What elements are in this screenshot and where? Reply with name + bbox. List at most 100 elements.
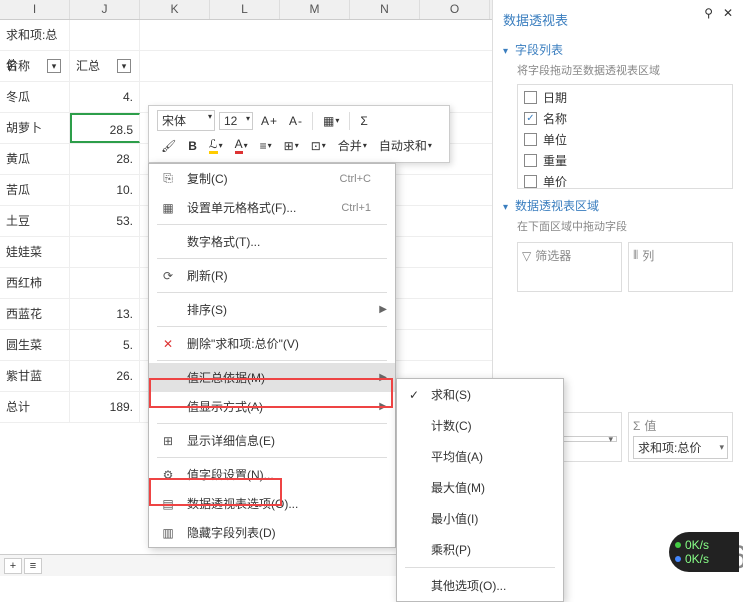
- cell-value[interactable]: 5.: [70, 330, 140, 360]
- align-button[interactable]: ≡▾: [256, 137, 276, 155]
- column-header[interactable]: O: [420, 0, 490, 19]
- cell-name[interactable]: 西红柿: [0, 268, 70, 298]
- cell-value[interactable]: 28.5: [70, 113, 140, 143]
- menu-item[interactable]: ⚙值字段设置(N)...: [149, 460, 395, 489]
- cell-name[interactable]: 求和项:总价: [0, 20, 70, 50]
- column-header[interactable]: J: [70, 0, 140, 19]
- menu-item[interactable]: ⟳刷新(R): [149, 261, 395, 290]
- menu-item[interactable]: ✕删除"求和项:总价"(V): [149, 329, 395, 358]
- decrease-font-button[interactable]: A-: [285, 112, 306, 130]
- cell-value[interactable]: [70, 237, 140, 267]
- menu-item[interactable]: 值汇总依据(M)▶: [149, 363, 395, 392]
- cell-name[interactable]: 胡萝卜: [0, 113, 70, 143]
- format-painter-button[interactable]: 🖌: [157, 137, 180, 155]
- insert-button[interactable]: ⊡▾: [307, 137, 330, 155]
- border-style-button[interactable]: ⊞▾: [280, 137, 303, 155]
- font-color-button[interactable]: A▾: [231, 135, 252, 156]
- cell-name[interactable]: 名称▾: [0, 51, 70, 81]
- filter-dropdown-icon[interactable]: ▾: [117, 59, 131, 73]
- cell-name[interactable]: 娃娃菜: [0, 237, 70, 267]
- column-header[interactable]: K: [140, 0, 210, 19]
- autosum-button[interactable]: Σ: [356, 112, 371, 130]
- menu-label: 复制(C): [187, 170, 228, 187]
- cell-name[interactable]: 冬瓜: [0, 82, 70, 112]
- areas-section-title[interactable]: ▾数据透视表区域: [503, 197, 733, 214]
- menu-item[interactable]: ▥隐藏字段列表(D): [149, 518, 395, 547]
- columns-area[interactable]: ⦀列: [628, 242, 733, 292]
- cell-value[interactable]: 4.: [70, 82, 140, 112]
- cell-name[interactable]: 黄瓜: [0, 144, 70, 174]
- fill-color-button[interactable]: ℒ▾: [205, 135, 227, 156]
- pin-icon[interactable]: ⚲: [704, 6, 713, 20]
- field-item[interactable]: 日期: [520, 87, 730, 108]
- menu-separator: [157, 258, 387, 259]
- submenu-item[interactable]: 最大值(M): [397, 472, 563, 503]
- menu-icon: ✕: [159, 337, 177, 351]
- column-header[interactable]: M: [280, 0, 350, 19]
- values-area[interactable]: Σ值 求和项:总价▾: [628, 412, 733, 462]
- cell-value[interactable]: 13.: [70, 299, 140, 329]
- submenu-item[interactable]: 其他选项(O)...: [397, 570, 563, 601]
- filter-area[interactable]: ▽筛选器: [517, 242, 622, 292]
- increase-font-button[interactable]: A+: [257, 112, 281, 130]
- cell-value[interactable]: 10.: [70, 175, 140, 205]
- column-header[interactable]: L: [210, 0, 280, 19]
- submenu-label: 平均值(A): [431, 448, 483, 465]
- font-select[interactable]: 宋体▾: [157, 110, 215, 131]
- field-item[interactable]: 单位: [520, 129, 730, 150]
- menu-item[interactable]: 数字格式(T)...: [149, 227, 395, 256]
- add-sheet-button[interactable]: +: [4, 558, 22, 574]
- cell-value[interactable]: 汇总▾: [70, 51, 140, 81]
- cell-name[interactable]: 圆生菜: [0, 330, 70, 360]
- submenu-item[interactable]: ✓求和(S): [397, 379, 563, 410]
- cell-name[interactable]: 总计: [0, 392, 70, 422]
- cell-value[interactable]: [70, 20, 140, 50]
- cell-name[interactable]: 土豆: [0, 206, 70, 236]
- submenu-label: 求和(S): [431, 386, 471, 403]
- cell-value[interactable]: 189.: [70, 392, 140, 422]
- checkbox[interactable]: [524, 154, 537, 167]
- menu-item[interactable]: 排序(S)▶: [149, 295, 395, 324]
- submenu-item[interactable]: 最小值(I): [397, 503, 563, 534]
- menu-item[interactable]: ▤数据透视表选项(O)...: [149, 489, 395, 518]
- field-item[interactable]: 重量: [520, 150, 730, 171]
- merge-button[interactable]: 合并▾: [334, 135, 371, 156]
- cell-value[interactable]: [70, 268, 140, 298]
- column-header[interactable]: N: [350, 0, 420, 19]
- field-item[interactable]: 单价: [520, 171, 730, 189]
- autosum-menu[interactable]: 自动求和▾: [375, 135, 436, 156]
- submenu-label: 其他选项(O)...: [431, 577, 506, 594]
- column-header[interactable]: I: [0, 0, 70, 19]
- close-icon[interactable]: ✕: [723, 6, 733, 20]
- submenu-item[interactable]: 计数(C): [397, 410, 563, 441]
- sheet-list-button[interactable]: ≡: [24, 558, 42, 574]
- border-button[interactable]: ▦▾: [319, 112, 343, 130]
- submenu-item[interactable]: 乘积(P): [397, 534, 563, 565]
- cell-value[interactable]: 53.: [70, 206, 140, 236]
- cell-name[interactable]: 西蓝花: [0, 299, 70, 329]
- field-item[interactable]: ✓名称: [520, 108, 730, 129]
- menu-item[interactable]: ⎘复制(C)Ctrl+C: [149, 164, 395, 193]
- cell-value[interactable]: 26.: [70, 361, 140, 391]
- size-select[interactable]: 12▾: [219, 112, 253, 130]
- checkbox[interactable]: [524, 175, 537, 188]
- checkbox[interactable]: [524, 91, 537, 104]
- cell-value[interactable]: 28.: [70, 144, 140, 174]
- cell-name[interactable]: 紫甘蓝: [0, 361, 70, 391]
- download-dot-icon: [675, 556, 681, 562]
- menu-item[interactable]: 值显示方式(A)▶: [149, 392, 395, 421]
- values-area-value[interactable]: 求和项:总价▾: [633, 436, 728, 459]
- checkbox[interactable]: ✓: [524, 112, 537, 125]
- shortcut-label: Ctrl+C: [340, 173, 371, 185]
- menu-item[interactable]: ▦设置单元格格式(F)...Ctrl+1: [149, 193, 395, 222]
- menu-item[interactable]: ⊞显示详细信息(E): [149, 426, 395, 455]
- chevron-right-icon: ▶: [379, 304, 387, 315]
- field-label: 重量: [543, 152, 567, 169]
- menu-separator: [405, 567, 555, 568]
- cell-name[interactable]: 苦瓜: [0, 175, 70, 205]
- bold-button[interactable]: B: [184, 137, 201, 155]
- checkbox[interactable]: [524, 133, 537, 146]
- submenu-item[interactable]: 平均值(A): [397, 441, 563, 472]
- filter-dropdown-icon[interactable]: ▾: [47, 59, 61, 73]
- fields-section-title[interactable]: ▾字段列表: [503, 41, 733, 58]
